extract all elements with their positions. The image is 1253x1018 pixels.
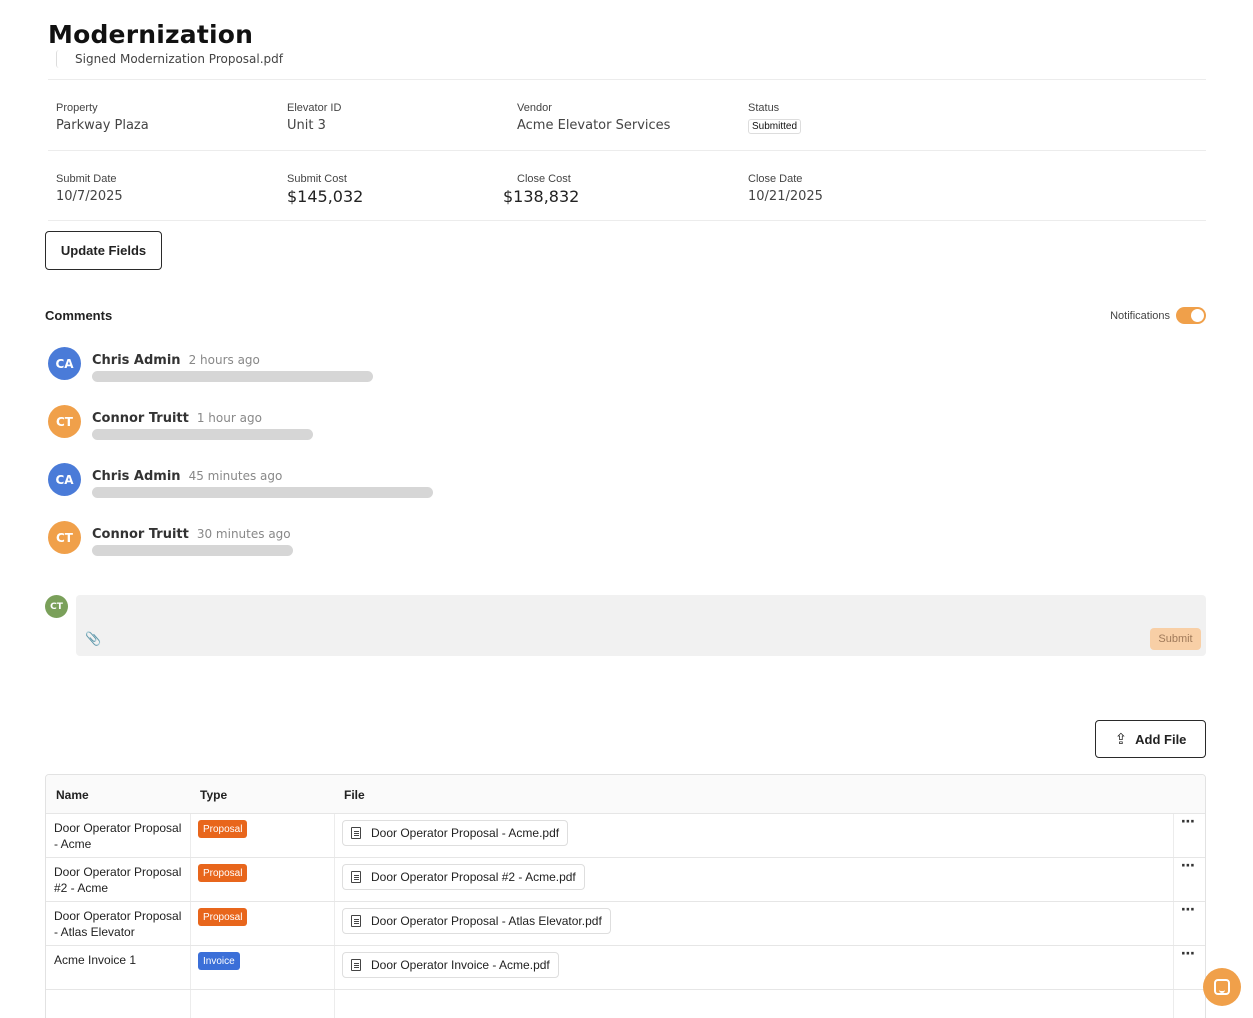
add-file-button[interactable]: ⇪ Add File: [1095, 720, 1206, 758]
submit-cost-value: $145,032: [287, 187, 364, 206]
column-header-name[interactable]: Name: [56, 788, 89, 802]
comment-author: Chris Admin: [92, 353, 181, 368]
field-label: Close Date: [748, 173, 803, 185]
type-badge: Proposal: [198, 864, 248, 882]
table-header: Name Type File: [46, 775, 1205, 814]
table-row: Door Operator Proposal - Acme Proposal D…: [46, 814, 1205, 858]
file-icon: [351, 959, 361, 971]
elevator-id-field: Elevator ID Unit 3: [287, 102, 341, 133]
comment-text-placeholder: [92, 429, 313, 440]
row-actions-menu[interactable]: ⋯: [1181, 902, 1195, 918]
row-name: Door Operator Proposal - Acme: [54, 821, 182, 851]
avatar: CA: [48, 347, 81, 380]
composer-avatar: CT: [45, 595, 68, 618]
avatar: CA: [48, 463, 81, 496]
field-label: Vendor: [517, 102, 552, 114]
paperclip-icon[interactable]: 📎: [85, 632, 101, 647]
file-name: Door Operator Proposal - Acme.pdf: [371, 826, 560, 840]
comment-text-placeholder: [92, 371, 373, 382]
row-actions-menu[interactable]: ⋯: [1181, 946, 1195, 962]
submit-comment-button[interactable]: Submit: [1150, 628, 1201, 650]
field-label: Property: [56, 102, 98, 114]
comment-header: Chris Admin 45 minutes ago: [92, 465, 282, 484]
file-icon: [351, 915, 361, 927]
notifications-label: Notifications: [1110, 309, 1170, 322]
table-row: Door Operator Proposal #2 - Acme Proposa…: [46, 858, 1205, 902]
comment-text-placeholder: [92, 487, 433, 498]
status-badge: Submitted: [748, 119, 802, 134]
details-row-1: Property Parkway Plaza Elevator ID Unit …: [48, 79, 1206, 150]
file-chip[interactable]: Door Operator Proposal - Acme.pdf: [342, 820, 569, 846]
document-icon: [56, 50, 62, 68]
comment-author: Connor Truitt: [92, 527, 189, 542]
column-header-type[interactable]: Type: [200, 788, 227, 802]
file-chip[interactable]: Door Operator Invoice - Acme.pdf: [342, 952, 559, 978]
close-date-field: Close Date 10/21/2025: [748, 173, 823, 204]
row-actions-menu[interactable]: ⋯: [1181, 814, 1195, 830]
row-name: Door Operator Proposal - Atlas Elevator: [54, 909, 182, 939]
file-icon: [351, 827, 361, 839]
comment-header: Chris Admin 2 hours ago: [92, 349, 260, 368]
submit-date-field: Submit Date 10/7/2025: [56, 173, 123, 204]
field-label: Submit Date: [56, 173, 117, 185]
notifications-toggle[interactable]: [1176, 307, 1206, 324]
details-row-2: Submit Date 10/7/2025 Submit Cost $145,0…: [48, 150, 1206, 221]
field-label: Submit Cost: [287, 173, 347, 185]
update-fields-button[interactable]: Update Fields: [45, 231, 162, 270]
status-field: Status Submitted: [748, 102, 802, 134]
file-chip[interactable]: Door Operator Proposal #2 - Acme.pdf: [342, 864, 585, 890]
vendor-field: Vendor Acme Elevator Services: [517, 102, 670, 133]
property-value: Parkway Plaza: [56, 118, 149, 133]
comment-author: Connor Truitt: [92, 411, 189, 426]
type-badge: Proposal: [198, 908, 248, 926]
field-label: Close Cost: [517, 173, 571, 185]
comment-header: Connor Truitt 1 hour ago: [92, 407, 262, 426]
submit-cost-field: Submit Cost $145,032: [287, 173, 363, 206]
comment-header: Connor Truitt 30 minutes ago: [92, 523, 291, 542]
upload-icon: ⇪: [1114, 731, 1128, 748]
file-name: Door Operator Proposal #2 - Acme.pdf: [371, 870, 576, 884]
vendor-value: Acme Elevator Services: [517, 118, 671, 133]
file-icon: [351, 871, 361, 883]
comment-input[interactable]: 📎 Submit: [76, 595, 1206, 656]
close-cost-value: $138,832: [503, 187, 580, 206]
notifications-control: Notifications: [1110, 307, 1206, 324]
elevator-id-value: Unit 3: [287, 118, 326, 133]
row-name: Door Operator Proposal #2 - Acme: [54, 865, 182, 895]
file-name: Door Operator Proposal - Atlas Elevator.…: [371, 914, 602, 928]
comments-heading: Comments: [45, 308, 113, 323]
row-name: Acme Invoice 1: [54, 953, 137, 967]
comment-time: 45 minutes ago: [188, 469, 283, 483]
add-file-label: Add File: [1135, 731, 1187, 747]
table-row: Acme Invoice 1 Invoice Door Operator Inv…: [46, 946, 1205, 990]
attached-file-link[interactable]: Signed Modernization Proposal.pdf: [56, 50, 283, 68]
files-table: Name Type File Door Operator Proposal - …: [45, 774, 1206, 1018]
type-badge: Invoice: [198, 952, 240, 970]
attached-file-name: Signed Modernization Proposal.pdf: [75, 52, 284, 66]
type-badge: Proposal: [198, 820, 248, 838]
field-label: Elevator ID: [287, 102, 342, 114]
comment-time: 2 hours ago: [188, 353, 260, 367]
comment-text-placeholder: [92, 545, 293, 556]
property-field: Property Parkway Plaza: [56, 102, 149, 133]
close-cost-field: Close Cost $138,832: [503, 173, 579, 206]
field-label: Status: [748, 102, 780, 114]
toggle-knob: [1191, 309, 1204, 322]
column-header-file[interactable]: File: [344, 788, 365, 802]
page-title: Modernization: [48, 20, 254, 49]
file-name: Door Operator Invoice - Acme.pdf: [371, 958, 550, 972]
table-row: Door Operator Proposal - Atlas Elevator …: [46, 902, 1205, 946]
comment-time: 1 hour ago: [196, 411, 262, 425]
avatar: CT: [48, 521, 81, 554]
file-chip[interactable]: Door Operator Proposal - Atlas Elevator.…: [342, 908, 611, 934]
comment-author: Chris Admin: [92, 469, 181, 484]
comment-time: 30 minutes ago: [196, 527, 291, 541]
row-actions-menu[interactable]: ⋯: [1181, 858, 1195, 874]
chat-launcher-button[interactable]: [1203, 968, 1241, 1006]
chat-icon: [1214, 979, 1230, 995]
avatar: CT: [48, 405, 81, 438]
submit-date-value: 10/7/2025: [56, 189, 123, 204]
close-date-value: 10/21/2025: [748, 189, 823, 204]
